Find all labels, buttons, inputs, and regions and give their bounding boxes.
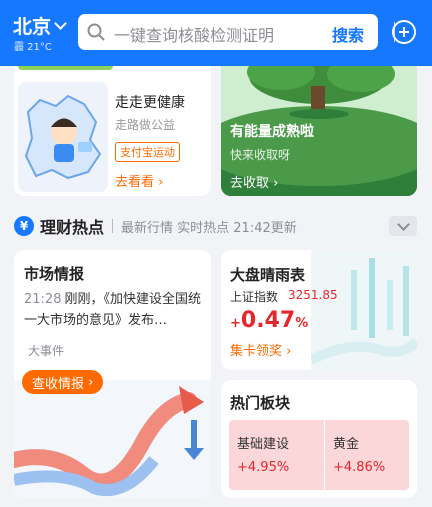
market-intel-card[interactable]: 市场情报 21:28 刚刚，《加快建设全国统一大市场的意见》发布… 大事件 查收情… bbox=[14, 250, 211, 498]
collapse-chevron-icon[interactable] bbox=[389, 216, 417, 236]
energy-subtitle: 快来收取呀 bbox=[230, 148, 291, 162]
energy-action-label: 去收取 bbox=[230, 176, 270, 191]
collect-card-label: 集卡领奖 bbox=[230, 344, 283, 359]
weather-text: 霾 21°C bbox=[14, 42, 52, 53]
index-value: 3251.85 bbox=[288, 288, 338, 302]
sector-name: 基础建设 bbox=[237, 437, 290, 452]
check-intel-label: 查收情报 bbox=[32, 376, 85, 392]
search-button[interactable]: 搜索 bbox=[332, 22, 364, 46]
change-value: 0.47 bbox=[240, 308, 296, 333]
market-title: 市场情报 bbox=[24, 265, 85, 283]
walk-action-link[interactable]: 去看看 › bbox=[115, 171, 163, 190]
index-name: 上证指数 bbox=[230, 290, 279, 304]
news-time: 21:28 bbox=[24, 292, 62, 307]
walk-title: 走走更健康 bbox=[115, 95, 185, 111]
sector-tile-infrastructure[interactable]: 基础建设 +4.95% bbox=[229, 420, 324, 490]
city-selector[interactable]: 北京 bbox=[13, 12, 67, 39]
chevron-down-icon bbox=[54, 16, 67, 30]
city-name: 北京 bbox=[13, 16, 52, 38]
top-header: 北京 霾 21°C 一键查询核酸检测证明 搜索 bbox=[0, 0, 432, 66]
trend-arrow-illustration-icon bbox=[14, 380, 211, 498]
index-change: +0.47% bbox=[230, 308, 308, 333]
change-sign: + bbox=[230, 316, 241, 331]
finance-section-title: 理财热点 bbox=[40, 218, 105, 237]
check-intel-button[interactable]: 查收情报 › bbox=[22, 370, 104, 394]
energy-title: 有能量成熟啦 bbox=[230, 124, 314, 140]
search-bar[interactable]: 一键查询核酸检测证明 搜索 bbox=[78, 14, 395, 50]
finance-section-subtitle: 最新行情 实时热点 21:42更新 bbox=[121, 220, 297, 236]
yuan-icon: ¥ bbox=[14, 216, 34, 236]
search-icon bbox=[87, 23, 105, 41]
map-illustration-icon bbox=[18, 82, 108, 192]
change-unit: % bbox=[295, 316, 309, 331]
energy-card[interactable]: 有能量成熟啦 快来收取呀 去收取 › bbox=[221, 66, 417, 196]
card-top-strip bbox=[18, 66, 113, 70]
section-divider bbox=[112, 219, 114, 233]
finance-section-header: ¥ 理财热点 最新行情 实时热点 21:42更新 bbox=[14, 214, 417, 238]
search-placeholder[interactable]: 一键查询核酸检测证明 bbox=[114, 22, 274, 46]
walk-card[interactable]: 走走更健康 走路做公益 支付宝运动 去看看 › bbox=[14, 66, 211, 196]
alipay-sport-badge: 支付宝运动 bbox=[115, 142, 180, 162]
market-news[interactable]: 21:28 刚刚，《加快建设全国统一大市场的意见》发布… bbox=[24, 289, 204, 331]
index-title: 大盘晴雨表 bbox=[230, 266, 306, 284]
sector-change: +4.95% bbox=[237, 460, 290, 475]
walk-subtitle: 走路做公益 bbox=[115, 118, 176, 132]
energy-action-link[interactable]: 去收取 › bbox=[230, 172, 278, 191]
sector-name: 黄金 bbox=[333, 437, 360, 452]
add-icon[interactable] bbox=[392, 20, 416, 44]
walk-action-label: 去看看 bbox=[115, 175, 155, 190]
hot-sectors-title: 热门板块 bbox=[230, 394, 291, 412]
candlestick-illustration-icon bbox=[311, 250, 417, 370]
hot-sectors-card: 热门板块 基础建设 +4.95% 黄金 +4.86% bbox=[221, 380, 417, 498]
news-category: 大事件 bbox=[28, 344, 65, 358]
weather-info: 霾 21°C bbox=[14, 38, 52, 53]
sector-tile-gold[interactable]: 黄金 +4.86% bbox=[325, 420, 409, 490]
collect-card-link[interactable]: 集卡领奖 › bbox=[230, 340, 291, 359]
sector-change: +4.86% bbox=[333, 460, 386, 475]
market-index-card[interactable]: 大盘晴雨表 上证指数 3251.85 +0.47% 集卡领奖 › bbox=[221, 250, 417, 370]
